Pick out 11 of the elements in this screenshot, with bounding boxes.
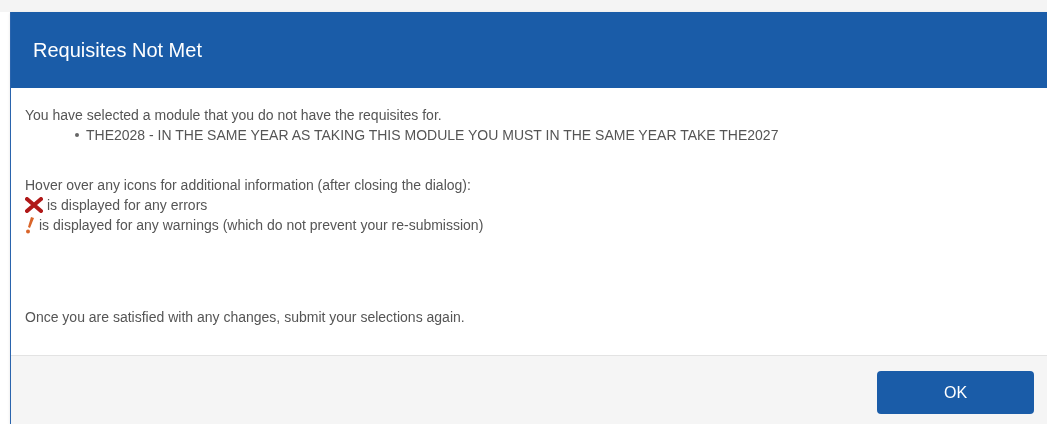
requisite-text: THE2028 - IN THE SAME YEAR AS TAKING THIS MODULE YOU MUST IN THE SAME YEAR TAKE THE2027 — [86, 126, 779, 145]
bullet-icon — [75, 133, 79, 137]
cross-icon — [25, 197, 43, 213]
legend-text: is displayed for any errors — [47, 196, 208, 215]
closing-note: Once you are satisfied with any changes, submit your selections again. — [25, 309, 465, 325]
exclamation-icon — [25, 216, 35, 234]
dialog-title: Requisites Not Met — [33, 38, 202, 63]
ok-button[interactable]: OK — [877, 371, 1034, 414]
legend-text: is displayed for any warnings (which do not prevent your re-submission) — [39, 216, 484, 235]
hover-note: Hover over any icons for additional information (after closing the dialog): — [25, 177, 471, 193]
intro-text: You have selected a module that you do not have the requisites for. — [25, 107, 442, 123]
